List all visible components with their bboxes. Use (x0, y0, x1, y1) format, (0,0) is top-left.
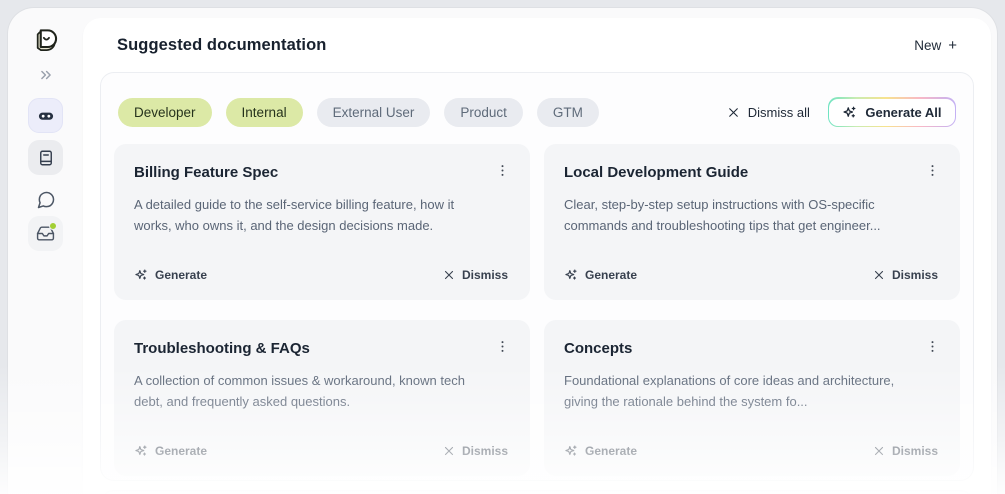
dismiss-label: Dismiss (462, 268, 508, 282)
sidebar-item-docs[interactable] (28, 140, 63, 175)
generate-button[interactable]: Generate (564, 444, 637, 458)
x-icon (873, 269, 885, 281)
sidebar-item-assistant[interactable] (28, 98, 63, 133)
x-icon (727, 106, 740, 119)
filter-chips: Developer Internal External User Product… (118, 98, 599, 127)
new-button-label: New (914, 38, 941, 53)
chip-gtm[interactable]: GTM (537, 98, 599, 127)
sparkle-icon (134, 268, 148, 282)
page-header: Suggested documentation New + (100, 18, 974, 72)
card-title: Concepts (564, 337, 632, 357)
sparkle-icon (564, 444, 578, 458)
app-logo-icon[interactable] (32, 26, 60, 54)
sidebar-expand-icon[interactable] (39, 68, 53, 82)
card-menu-kebab-icon[interactable] (491, 337, 514, 356)
dismiss-all-label: Dismiss all (748, 105, 810, 120)
main-panel: Suggested documentation New + Developer … (83, 18, 991, 494)
card-description: A detailed guide to the self-service bil… (134, 194, 514, 236)
new-button[interactable]: New + (914, 37, 957, 54)
sparkle-icon (842, 105, 857, 120)
card-menu-kebab-icon[interactable] (491, 161, 514, 180)
chip-product[interactable]: Product (444, 98, 523, 127)
generate-label: Generate (155, 268, 207, 282)
sparkle-icon (564, 268, 578, 282)
generate-button[interactable]: Generate (134, 444, 207, 458)
chip-external-user[interactable]: External User (317, 98, 431, 127)
chat-bubble-icon (36, 190, 56, 210)
suggestions-container: Developer Internal External User Product… (100, 72, 974, 481)
goggles-icon (36, 106, 56, 126)
suggestion-card: Billing Feature Spec A detailed guide to… (114, 144, 530, 300)
dismiss-button[interactable]: Dismiss (873, 444, 938, 458)
generate-button[interactable]: Generate (134, 268, 207, 282)
dismiss-label: Dismiss (462, 444, 508, 458)
next-section-panel (100, 490, 974, 494)
suggestion-card: Troubleshooting & FAQs A collection of c… (114, 320, 530, 476)
suggestion-card: Local Development Guide Clear, step-by-s… (544, 144, 960, 300)
filter-toolbar: Developer Internal External User Product… (114, 97, 960, 127)
sidebar (8, 8, 83, 494)
dismiss-button[interactable]: Dismiss (443, 268, 508, 282)
generate-all-button[interactable]: Generate All (828, 97, 956, 127)
sidebar-item-chat[interactable] (36, 190, 56, 210)
generate-label: Generate (155, 444, 207, 458)
card-title: Local Development Guide (564, 161, 748, 181)
chip-internal[interactable]: Internal (226, 98, 303, 127)
card-title: Troubleshooting & FAQs (134, 337, 310, 357)
generate-label: Generate (585, 444, 637, 458)
toolbar-actions: Dismiss all Generate All (727, 97, 956, 127)
card-title: Billing Feature Spec (134, 161, 278, 181)
generate-label: Generate (585, 268, 637, 282)
inbox-notification-dot (49, 222, 57, 230)
page-title: Suggested documentation (117, 36, 326, 55)
card-menu-kebab-icon[interactable] (921, 161, 944, 180)
dismiss-label: Dismiss (892, 444, 938, 458)
plus-icon: + (948, 37, 957, 54)
x-icon (443, 269, 455, 281)
generate-all-label: Generate All (865, 105, 941, 120)
dismiss-label: Dismiss (892, 268, 938, 282)
notebook-icon (37, 149, 55, 167)
sidebar-item-inbox[interactable] (28, 216, 63, 251)
dismiss-button[interactable]: Dismiss (443, 444, 508, 458)
suggestion-card: Concepts Foundational explanations of co… (544, 320, 960, 476)
app-window: Suggested documentation New + Developer … (8, 8, 997, 494)
card-description: A collection of common issues & workarou… (134, 370, 514, 412)
card-description: Clear, step-by-step setup instructions w… (564, 194, 944, 236)
x-icon (873, 445, 885, 457)
dismiss-all-button[interactable]: Dismiss all (727, 105, 810, 120)
card-menu-kebab-icon[interactable] (921, 337, 944, 356)
chip-developer[interactable]: Developer (118, 98, 212, 127)
sparkle-icon (134, 444, 148, 458)
x-icon (443, 445, 455, 457)
card-description: Foundational explanations of core ideas … (564, 370, 944, 412)
dismiss-button[interactable]: Dismiss (873, 268, 938, 282)
suggestion-cards-grid: Billing Feature Spec A detailed guide to… (114, 144, 960, 476)
generate-button[interactable]: Generate (564, 268, 637, 282)
